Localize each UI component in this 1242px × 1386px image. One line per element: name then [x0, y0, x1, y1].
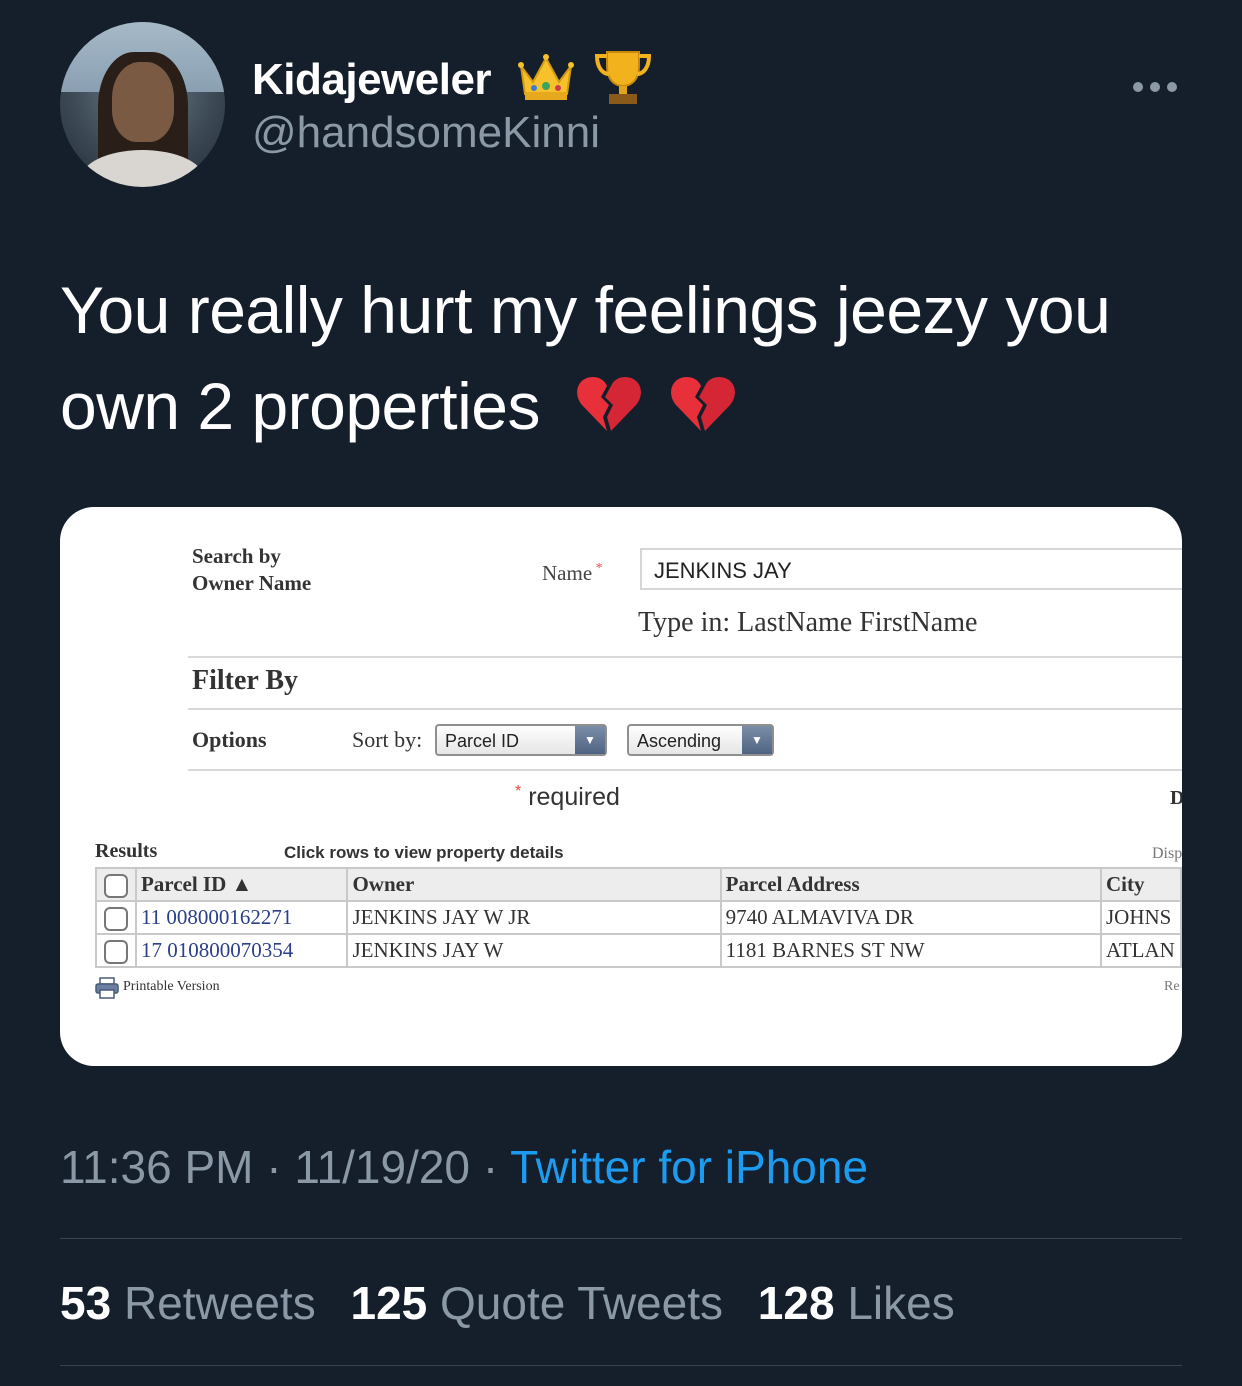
tweet-stats: 53 Retweets 125 Quote Tweets 128 Likes — [60, 1276, 955, 1330]
crown-emoji-icon — [517, 52, 575, 113]
chevron-down-icon: ▼ — [742, 726, 772, 754]
tweet-time[interactable]: 11:36 PM — [60, 1141, 253, 1193]
tweet-date[interactable]: 11/19/20 — [294, 1141, 470, 1193]
divider — [60, 1238, 1182, 1239]
user-handle[interactable]: @handsomeKinni — [252, 108, 600, 158]
type-in-hint: Type in: LastName FirstName — [638, 607, 978, 638]
sort-order-select[interactable]: Ascending ▼ — [627, 724, 774, 756]
column-header-address[interactable]: Parcel Address — [719, 867, 1102, 902]
required-note: * required — [515, 783, 620, 811]
avatar[interactable] — [60, 22, 225, 187]
select-all-checkbox[interactable] — [103, 873, 128, 898]
column-header-owner[interactable]: Owner — [346, 867, 722, 902]
table-header-row: Parcel ID ▲ Owner Parcel Address City — [95, 867, 1182, 902]
printable-version-link[interactable]: Printable Version — [123, 979, 220, 995]
cut-off-text: D — [1170, 787, 1182, 809]
address-cell: 9740 ALMAVIVA DR — [719, 900, 1102, 935]
quote-tweets-stat[interactable]: 125 Quote Tweets — [350, 1277, 723, 1329]
sort-field-value: Parcel ID — [445, 731, 520, 751]
name-field[interactable]: JENKINS JAY — [640, 548, 1182, 590]
broken-heart-emoji-icon — [670, 364, 736, 460]
table-row[interactable]: 11 008000162271 JENKINS JAY W JR 9740 AL… — [95, 900, 1182, 935]
retweets-stat[interactable]: 53 Retweets — [60, 1277, 316, 1329]
divider — [60, 1365, 1182, 1366]
owner-cell: JENKINS JAY W — [346, 933, 722, 968]
cut-off-text: Re — [1164, 979, 1180, 994]
table-row[interactable]: 17 010800070354 JENKINS JAY W 1181 BARNE… — [95, 933, 1182, 968]
display-cut-text: Disp — [1152, 845, 1182, 862]
chevron-down-icon: ▼ — [575, 726, 605, 754]
column-header-city[interactable]: City — [1099, 867, 1182, 902]
tweet-text: You really hurt my feelings jeezy you ow… — [60, 262, 1180, 460]
sort-order-value: Ascending — [637, 731, 722, 751]
search-by-label: Search by Owner Name — [192, 544, 312, 595]
printer-icon[interactable] — [95, 977, 119, 1004]
tweet-source-link[interactable]: Twitter for iPhone — [510, 1141, 868, 1193]
city-cell: JOHNS — [1099, 900, 1182, 935]
more-dots-icon[interactable] — [1132, 58, 1178, 103]
broken-heart-emoji-icon — [576, 364, 642, 460]
tweet-meta: 11:36 PM · 11/19/20 · Twitter for iPhone — [60, 1141, 869, 1193]
sort-field-select[interactable]: Parcel ID ▼ — [435, 724, 607, 756]
row-checkbox[interactable] — [103, 906, 128, 931]
address-cell: 1181 BARNES ST NW — [719, 933, 1102, 968]
results-table: Parcel ID ▲ Owner Parcel Address City 11… — [95, 867, 1182, 968]
options-label: Options — [192, 727, 267, 752]
column-header-parcel-id[interactable]: Parcel ID ▲ — [134, 867, 349, 902]
row-checkbox[interactable] — [103, 939, 128, 964]
click-rows-hint: Click rows to view property details — [284, 843, 564, 862]
parcel-id-cell[interactable]: 11 008000162271 — [134, 900, 349, 935]
tweet-image[interactable]: Search by Owner Name Name * JENKINS JAY … — [60, 507, 1182, 1066]
results-label: Results — [95, 840, 158, 862]
filter-by-heading: Filter By — [192, 665, 299, 696]
sort-by-label: Sort by: — [352, 727, 423, 752]
name-label: Name * — [542, 561, 603, 585]
trophy-emoji-icon — [593, 48, 653, 117]
city-cell: ATLAN — [1099, 933, 1182, 968]
likes-stat[interactable]: 128 Likes — [758, 1277, 955, 1329]
owner-cell: JENKINS JAY W JR — [346, 900, 722, 935]
display-name[interactable]: Kidajeweler — [252, 48, 653, 117]
parcel-id-cell[interactable]: 17 010800070354 — [134, 933, 349, 968]
display-name-text[interactable]: Kidajeweler — [252, 55, 492, 104]
